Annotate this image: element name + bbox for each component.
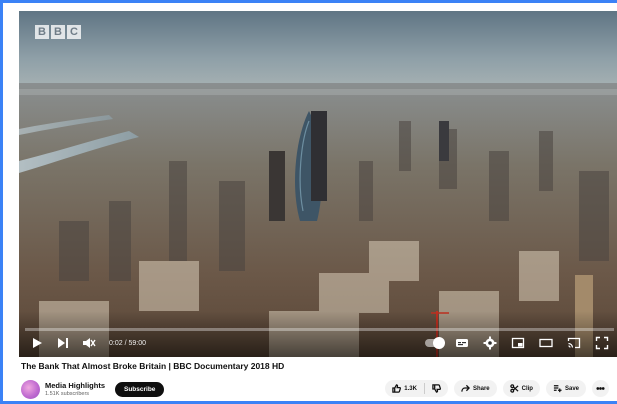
- volume-button[interactable]: [79, 333, 99, 353]
- channel-row: Media Highlights 1.51K subscribers Subsc…: [21, 377, 165, 401]
- save-label: Save: [564, 385, 579, 392]
- video-frame-image: [19, 11, 617, 357]
- time-display: 0:02 / 59:00: [109, 339, 146, 347]
- settings-button[interactable]: [480, 333, 500, 353]
- subtitles-icon: [456, 339, 468, 347]
- channel-info: Media Highlights 1.51K subscribers: [45, 381, 105, 397]
- bbc-logo-letter: B: [35, 25, 49, 39]
- fullscreen-button[interactable]: [592, 333, 612, 353]
- more-actions-button[interactable]: [592, 380, 609, 397]
- scissors-icon: [509, 384, 519, 393]
- progress-bar[interactable]: [25, 328, 614, 331]
- save-playlist-icon: [553, 385, 562, 393]
- like-dislike-group: 1.3K: [385, 380, 448, 397]
- volume-muted-icon: [83, 338, 96, 348]
- autoplay-toggle-track: [425, 337, 445, 349]
- share-label: Share: [472, 385, 490, 392]
- subscribe-button[interactable]: Subscribe: [115, 381, 165, 397]
- video-player[interactable]: B B C 0:02 / 59:00: [19, 11, 617, 357]
- cast-button[interactable]: [564, 333, 584, 353]
- browser-frame: B B C 0:02 / 59:00 The Bank That Almost …: [0, 0, 617, 404]
- player-controls-right: [420, 333, 616, 353]
- miniplayer-button[interactable]: [508, 333, 528, 353]
- video-actions: 1.3K Share Clip Save: [385, 380, 609, 397]
- theater-icon: [539, 338, 553, 348]
- next-button[interactable]: [53, 333, 73, 353]
- play-button[interactable]: [27, 333, 47, 353]
- gear-icon: [483, 336, 497, 350]
- save-button[interactable]: Save: [545, 380, 586, 397]
- fullscreen-icon: [595, 336, 609, 350]
- theater-mode-button[interactable]: [536, 333, 556, 353]
- subscriber-count: 1.51K subscribers: [45, 391, 90, 397]
- bbc-logo-letter: B: [51, 25, 65, 39]
- channel-avatar[interactable]: [21, 379, 40, 399]
- clip-button[interactable]: Clip: [502, 380, 540, 397]
- share-button[interactable]: Share: [453, 380, 497, 397]
- clip-label: Clip: [521, 385, 533, 392]
- next-icon: [58, 338, 68, 348]
- subtitles-button[interactable]: [452, 333, 472, 353]
- bbc-logo-letter: C: [67, 25, 81, 39]
- play-icon: [33, 338, 42, 348]
- cast-icon: [567, 337, 581, 349]
- thumbs-up-icon: [392, 384, 402, 393]
- share-icon: [461, 384, 470, 392]
- dislike-button[interactable]: [425, 380, 448, 397]
- miniplayer-icon: [511, 337, 525, 349]
- bbc-watermark-logo: B B C: [35, 25, 81, 39]
- like-count: 1.3K: [404, 385, 417, 392]
- thumbs-down-icon: [432, 384, 441, 393]
- like-button[interactable]: 1.3K: [385, 380, 424, 397]
- autoplay-toggle-knob: [433, 337, 445, 349]
- autoplay-toggle[interactable]: [424, 333, 445, 353]
- video-title: The Bank That Almost Broke Britain | BBC…: [21, 361, 285, 371]
- channel-name[interactable]: Media Highlights: [45, 381, 105, 390]
- more-icon: [596, 387, 605, 390]
